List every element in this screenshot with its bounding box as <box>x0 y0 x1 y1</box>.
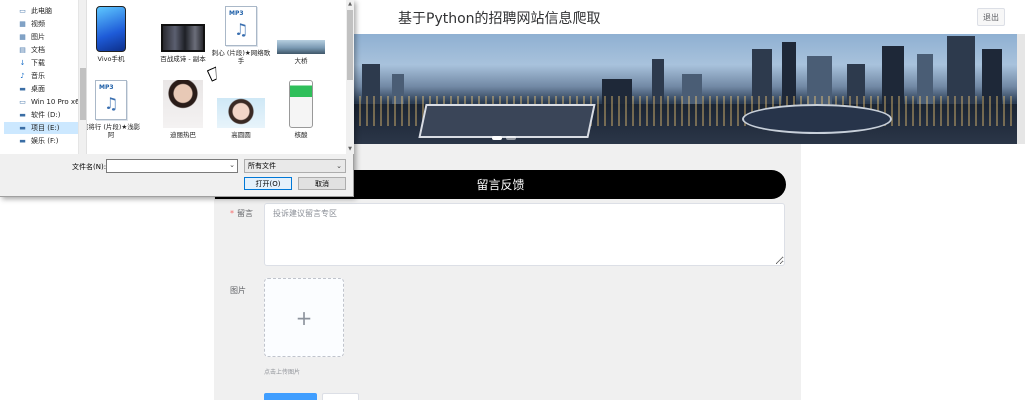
file-name: 盗将行 (片段)★浅影阿 <box>86 123 141 139</box>
file-name: 大桥 <box>294 57 308 65</box>
file-item[interactable]: 高圆圆 <box>211 80 271 139</box>
upload-hint: 点击上传图片 <box>264 369 301 376</box>
file-name: 核酸 <box>294 131 308 139</box>
nav-item-label: 视频 <box>31 20 45 28</box>
nav-item[interactable]: ▬ 项目 (E:) <box>4 122 78 134</box>
nav-item[interactable]: ↓ 下载 <box>18 57 45 69</box>
mp3-file-icon: MP3 ♫ <box>225 6 257 46</box>
image-upload-box[interactable]: + <box>264 278 344 357</box>
nav-item-label: Win 10 Pro x64 <box>31 98 84 106</box>
file-name: 高圆圆 <box>231 131 251 139</box>
file-name: 刺心 (片段)★网络歌手 <box>211 49 271 65</box>
image-label: 图片 <box>230 286 246 295</box>
nav-item-label: 软件 (D:) <box>31 111 61 119</box>
image-thumbnail <box>277 40 325 54</box>
nav-item[interactable]: ▦ 视频 <box>18 18 45 30</box>
image-thumbnail <box>163 80 203 128</box>
nav-item-label: 项目 (E:) <box>31 124 60 132</box>
banner-building <box>947 36 975 104</box>
drive-icon: ▬ <box>19 111 26 119</box>
nav-item-label: 娱乐 (F:) <box>31 137 59 145</box>
page-title: 基于Python的招聘网站信息爬取 <box>398 11 601 27</box>
banner-arena <box>742 104 892 134</box>
nav-item[interactable]: ▭ 此电脑 <box>18 5 52 17</box>
carousel-dot[interactable] <box>506 136 516 140</box>
nav-item[interactable]: ▬ 桌面 <box>18 83 45 95</box>
download-icon: ↓ <box>19 59 26 67</box>
chevron-down-icon[interactable]: ⌄ <box>229 161 235 169</box>
nav-item-label: 图片 <box>31 33 45 41</box>
required-mark: * <box>230 209 234 218</box>
file-scroll-thumb[interactable] <box>347 10 353 80</box>
page-scrollbar[interactable] <box>1017 34 1025 144</box>
image-thumbnail <box>96 6 126 52</box>
scroll-up-icon[interactable]: ▲ <box>346 1 354 7</box>
drive-icon: ▬ <box>19 137 26 145</box>
open-button[interactable]: 打开(O) <box>244 177 292 190</box>
music-icon: ♪ <box>20 72 25 80</box>
filename-input[interactable]: ⌄ <box>106 159 238 173</box>
file-item[interactable]: 百战成诗 - 副本 <box>153 6 213 63</box>
file-item[interactable]: 大桥 <box>271 6 331 65</box>
file-name: Vivo手机 <box>97 55 125 63</box>
pictures-folder-icon: ▦ <box>19 33 26 41</box>
banner-stadium <box>418 104 596 138</box>
scroll-down-icon[interactable]: ▼ <box>346 146 354 152</box>
documents-folder-icon: ▤ <box>19 46 26 54</box>
navigation-pane: ▭ 此电脑 ▦ 视频 ▦ 图片 ▤ 文档 ↓ 下载 ♪ 音乐 ▬ 桌面 ▭ Win 10 Pro x64 ▬ 软件… <box>0 0 86 154</box>
file-name: 迪丽热巴 <box>170 131 196 139</box>
image-thumbnail <box>217 98 265 128</box>
nav-item[interactable]: ▭ Win 10 Pro x64 <box>18 96 84 108</box>
submit-button[interactable] <box>264 393 317 400</box>
nav-item[interactable]: ▬ 娱乐 (F:) <box>18 135 59 147</box>
image-thumbnail <box>289 80 313 128</box>
reset-button[interactable] <box>322 393 359 400</box>
logout-button[interactable]: 退出 <box>977 8 1005 26</box>
file-item[interactable]: MP3 ♫ 盗将行 (片段)★浅影阿 <box>86 80 141 139</box>
drive-icon: ▬ <box>19 124 26 132</box>
nav-item[interactable]: ▦ 图片 <box>18 31 45 43</box>
message-textarea[interactable] <box>264 203 785 266</box>
nav-item-label: 下载 <box>31 59 45 67</box>
file-scrollbar[interactable]: ▲ ▼ <box>346 0 354 154</box>
filetype-value: 所有文件 <box>248 162 276 170</box>
nav-scrollbar[interactable] <box>78 0 86 154</box>
nav-item[interactable]: ▤ 文档 <box>18 44 45 56</box>
mp3-file-icon: MP3 ♫ <box>95 80 127 120</box>
filename-label: 文件名(N): <box>72 163 107 171</box>
file-item[interactable]: MP3 ♫ 刺心 (片段)★网络歌手 <box>211 6 271 65</box>
message-label: * 留言 <box>230 208 253 219</box>
computer-icon: ▭ <box>19 7 26 15</box>
image-thumbnail <box>161 24 205 52</box>
nav-item[interactable]: ▬ 软件 (D:) <box>18 109 60 121</box>
filetype-select[interactable]: 所有文件 ⌄ <box>244 159 346 173</box>
video-folder-icon: ▦ <box>19 20 26 28</box>
message-label-text: 留言 <box>237 209 253 218</box>
plus-icon: + <box>295 305 313 330</box>
banner-carousel <box>352 34 1017 144</box>
nav-item-label: 此电脑 <box>31 7 52 15</box>
carousel-dot[interactable] <box>492 136 502 140</box>
file-item[interactable]: 迪丽热巴 <box>153 80 213 139</box>
nav-item-label: 音乐 <box>31 72 45 80</box>
nav-item-label: 桌面 <box>31 85 45 93</box>
file-name: 百战成诗 - 副本 <box>160 55 206 63</box>
desktop-icon: ▬ <box>19 85 26 93</box>
nav-item[interactable]: ♪ 音乐 <box>18 70 45 82</box>
nav-item-label: 文档 <box>31 46 45 54</box>
file-item[interactable]: 核酸 <box>271 80 331 139</box>
carousel-indicators <box>492 136 516 140</box>
file-open-dialog: ▭ 此电脑 ▦ 视频 ▦ 图片 ▤ 文档 ↓ 下载 ♪ 音乐 ▬ 桌面 ▭ Win 10 Pro x64 ▬ 软件… <box>0 0 354 197</box>
banner-building <box>782 42 796 104</box>
file-item[interactable]: Vivo手机 <box>87 6 141 63</box>
cancel-button[interactable]: 取消 <box>298 177 346 190</box>
chevron-down-icon: ⌄ <box>336 162 342 170</box>
drive-icon: ▭ <box>19 98 26 106</box>
